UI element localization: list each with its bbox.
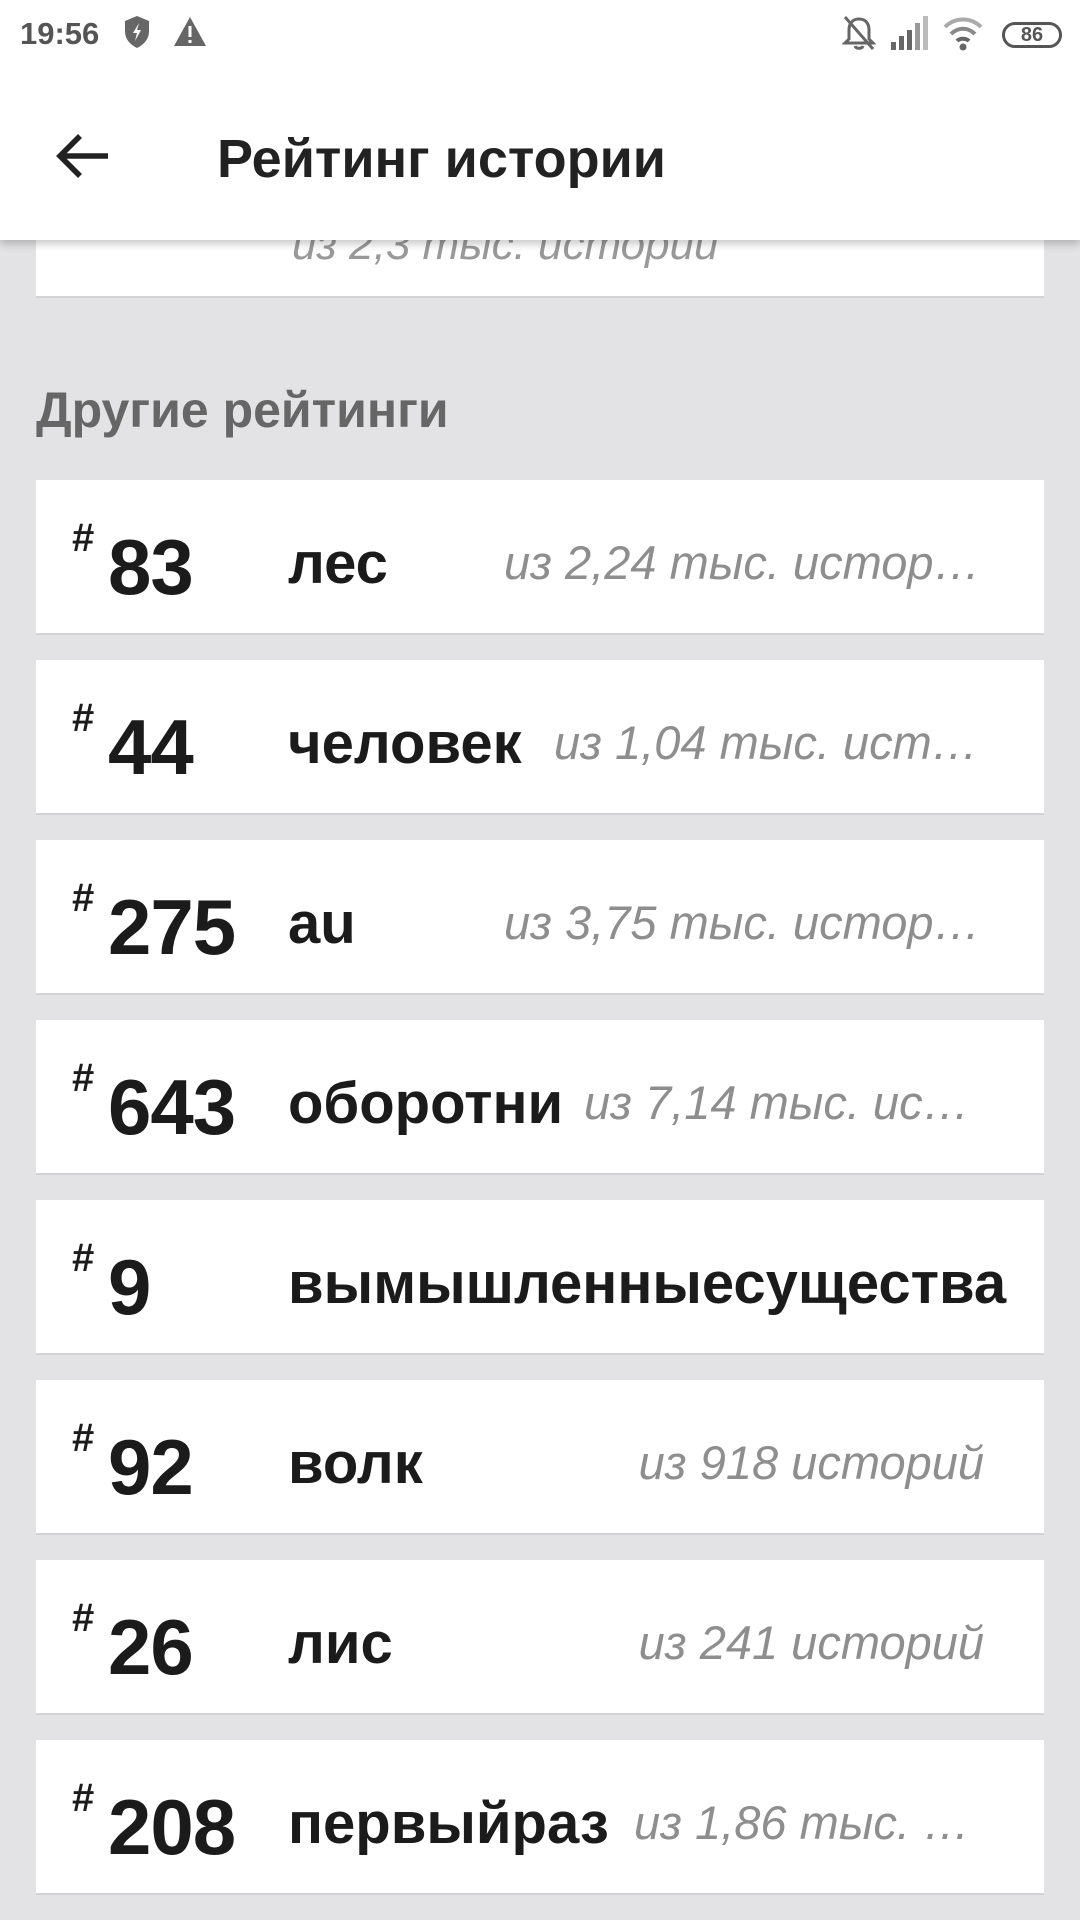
rating-card-oborotni[interactable]: # 643 оборотни из 7,14 тыс. историй <box>36 1020 1044 1175</box>
hash-symbol: # <box>72 1596 95 1640</box>
rank-number: 83 <box>108 523 194 611</box>
rank-number: 92 <box>108 1423 194 1511</box>
tag-name: лис <box>288 1611 393 1676</box>
battery-level: 86 <box>1020 24 1044 46</box>
stories-total: из 1,86 тыс. историй <box>634 1796 984 1849</box>
tag-name: au <box>288 891 356 956</box>
rank-number: 44 <box>108 703 194 791</box>
battery-icon: 86 <box>1002 22 1062 48</box>
rating-card-pervyyraz[interactable]: # 208 первыйраз из 1,86 тыс. историй <box>36 1740 1044 1895</box>
rank-number: 643 <box>108 1063 236 1151</box>
rating-card-volk[interactable]: # 92 волк из 918 историй <box>36 1380 1044 1535</box>
stories-total: из 7,14 тыс. историй <box>584 1076 984 1129</box>
shield-icon <box>125 16 149 48</box>
hash-symbol: # <box>72 1056 95 1100</box>
rating-card-chelovek[interactable]: # 44 человек из 1,04 тыс. историй <box>36 660 1044 815</box>
rank-number: 26 <box>108 1603 194 1691</box>
wifi-icon <box>943 17 983 51</box>
rating-card-vymyshlennyesushchestva[interactable]: # 9 вымышленныесущества <box>36 1200 1044 1355</box>
stories-total: из 1,04 тыс. историй <box>554 716 984 769</box>
stories-total: из 918 историй <box>638 1436 984 1489</box>
signal-icon <box>891 16 928 50</box>
stories-total: из 2,24 тыс. историй <box>504 536 984 589</box>
tag-name: вымышленныесущества <box>288 1251 1007 1316</box>
arrow-left-icon <box>56 134 108 178</box>
stories-total: из 3,75 тыс. историй <box>504 896 984 949</box>
hash-symbol: # <box>72 516 95 560</box>
rating-card-les[interactable]: # 83 лес из 2,24 тыс. историй <box>36 480 1044 635</box>
app-bar: Рейтинг истории <box>0 72 1080 240</box>
back-button[interactable] <box>50 125 120 187</box>
tag-name: оборотни <box>288 1071 564 1136</box>
rating-card-au[interactable]: # 275 au из 3,75 тыс. историй <box>36 840 1044 995</box>
tag-name: первыйраз <box>288 1791 609 1856</box>
hash-symbol: # <box>72 876 95 920</box>
page-title: Рейтинг истории <box>217 129 666 189</box>
stories-total: из 241 историй <box>638 1616 984 1669</box>
status-bar: 19:56 86 <box>0 0 1080 72</box>
hash-symbol: # <box>72 1416 95 1460</box>
tag-name: лес <box>288 531 388 596</box>
ratings-list: # 83 лес из 2,24 тыс. историй # 44 челов… <box>36 480 1044 1920</box>
rank-number: 9 <box>108 1243 151 1331</box>
bell-off-icon <box>842 16 876 50</box>
hash-symbol: # <box>72 1236 95 1280</box>
rank-number: 275 <box>108 883 236 971</box>
hash-symbol: # <box>72 696 95 740</box>
rank-number: 208 <box>108 1783 236 1871</box>
status-time: 19:56 <box>20 16 100 51</box>
rating-card-lis[interactable]: # 26 лис из 241 историй <box>36 1560 1044 1715</box>
tag-name: человек <box>288 711 522 776</box>
hash-symbol: # <box>72 1776 95 1820</box>
tag-name: волк <box>288 1431 423 1496</box>
warning-icon <box>174 17 206 46</box>
section-title: Другие рейтинги <box>36 382 449 438</box>
